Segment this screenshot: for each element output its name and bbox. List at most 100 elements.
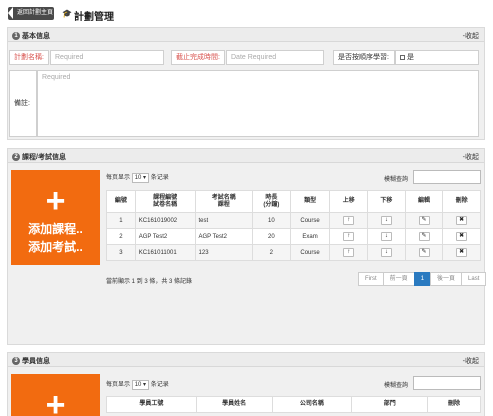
course-table: 編號 課程編號 試卷名稱 考試名稱 課程 時長 (分鐘) 類型 上移 下移 編輯 刪除 1 KC1… <box>106 190 481 261</box>
deadline-input[interactable]: Date Required <box>226 50 324 65</box>
move-down-button[interactable]: ↓ <box>380 248 392 257</box>
move-down-button[interactable]: ↓ <box>380 216 392 225</box>
pager-last[interactable]: Last <box>461 272 487 286</box>
col-type-header[interactable]: 類型 <box>289 190 331 213</box>
move-up-button[interactable]: ↑ <box>343 232 355 241</box>
student-search-input[interactable] <box>413 376 481 390</box>
move-down-button[interactable]: ↓ <box>380 232 392 241</box>
cell-name: test <box>194 212 254 229</box>
sequential-checkbox[interactable] <box>400 54 405 60</box>
search-input[interactable] <box>413 170 481 184</box>
table-summary: 當前顯示 1 到 3 條，共 3 條記錄 <box>106 279 193 285</box>
close-icon: ✖ <box>459 249 465 255</box>
cell-code: KC161019002 <box>134 212 196 229</box>
remark-textarea[interactable]: Required <box>37 70 479 137</box>
collapse-toggle[interactable]: -收起 <box>463 356 479 366</box>
plus-icon: + <box>45 182 66 220</box>
col-emp-name-header[interactable]: 學員姓名 <box>195 396 273 413</box>
cell-type: Course <box>289 244 331 261</box>
delete-button[interactable]: ✖ <box>456 232 468 241</box>
graduation-cap-icon: 🎓 <box>62 9 72 18</box>
add-course-exam-button[interactable]: + 添加課程.. 添加考試.. <box>11 170 100 265</box>
collapse-toggle[interactable]: -收起 <box>463 31 479 41</box>
move-up-button[interactable]: ↑ <box>343 216 355 225</box>
delete-button[interactable]: ✖ <box>456 216 468 225</box>
edit-button[interactable]: ✎ <box>418 232 430 241</box>
section-number-badge: 1 <box>12 32 20 41</box>
section-number-badge: 2 <box>12 153 20 162</box>
collapse-toggle[interactable]: -收起 <box>463 152 479 162</box>
arrow-down-icon: ↓ <box>384 217 388 223</box>
edit-icon: ✎ <box>421 233 427 239</box>
pager-next[interactable]: 後一頁 <box>430 272 463 286</box>
student-table: 學員工號 學員姓名 公司名稱 部門 刪除 <box>106 396 481 413</box>
section-number-badge: 3 <box>12 357 20 366</box>
plan-name-label: 計劃名稱: <box>9 50 49 65</box>
arrow-down-icon: ↓ <box>384 233 388 239</box>
cell-name: 123 <box>194 244 254 261</box>
pager-page-1[interactable]: 1 <box>413 272 432 286</box>
col-delete-header[interactable]: 刪除 <box>427 396 481 413</box>
cell-duration: 2 <box>252 244 291 261</box>
cell-duration: 10 <box>252 212 291 229</box>
remark-label: 備註: <box>9 70 37 137</box>
arrow-up-icon: ↑ <box>347 217 351 223</box>
table-row: 2 AGP Test2 AGP Test2 20 Exam ↑ ↓ ✎ ✖ <box>106 228 481 245</box>
delete-button[interactable]: ✖ <box>456 248 468 257</box>
add-student-button[interactable]: + <box>11 374 100 416</box>
col-company-header[interactable]: 公司名稱 <box>271 396 353 413</box>
col-no-header[interactable]: 編號 <box>106 190 136 213</box>
arrow-down-icon: ↓ <box>384 249 388 255</box>
edit-icon: ✎ <box>421 249 427 255</box>
add-exam-label: 添加考試.. <box>28 240 83 254</box>
col-name-header[interactable]: 考試名稱 課程 <box>194 190 254 213</box>
student-page-size-select[interactable]: 10 ▾ <box>131 380 150 390</box>
pagination: First 前一頁 1 後一頁 Last <box>358 272 487 286</box>
add-course-label: 添加課程.. <box>28 222 83 236</box>
cell-duration: 20 <box>252 228 291 245</box>
sequential-option-label: 是 <box>406 54 414 61</box>
table-row: 1 KC161019002 test 10 Course ↑ ↓ ✎ ✖ <box>106 212 481 229</box>
arrow-up-icon: ↑ <box>347 233 351 239</box>
table-row: 3 KC161011001 123 2 Course ↑ ↓ ✎ ✖ <box>106 244 481 261</box>
section-title: 學員信息 <box>22 358 50 365</box>
section-title: 課程/考試信息 <box>22 154 66 161</box>
student-page-size-control: 每页显示 10 ▾ 条记录 <box>106 380 169 390</box>
sequential-label: 是否按順序學習: <box>333 50 395 65</box>
page-size-select[interactable]: 10 ▾ <box>131 173 150 183</box>
col-code-header[interactable]: 課程編號 試卷名稱 <box>134 190 196 213</box>
plan-name-input[interactable]: Required <box>50 50 164 65</box>
col-delete-header[interactable]: 刪除 <box>442 190 481 213</box>
edit-icon: ✎ <box>421 217 427 223</box>
search-label: 模糊查詢 <box>384 177 409 183</box>
deadline-label: 截止完成時間: <box>171 50 225 65</box>
page-title: 計劃管理 <box>74 12 114 23</box>
page-size-control: 每页显示 10 ▾ 条记录 <box>106 173 169 183</box>
cell-code: AGP Test2 <box>134 228 196 245</box>
col-down-header[interactable]: 下移 <box>367 190 406 213</box>
col-dept-header[interactable]: 部門 <box>351 396 429 413</box>
col-up-header[interactable]: 上移 <box>329 190 369 213</box>
basic-info-header: 1 基本信息 -收起 <box>8 28 484 42</box>
move-up-button[interactable]: ↑ <box>343 248 355 257</box>
course-exam-header: 2 課程/考試信息 -收起 <box>8 149 484 163</box>
edit-button[interactable]: ✎ <box>418 248 430 257</box>
pager-first[interactable]: First <box>358 272 384 286</box>
col-duration-header[interactable]: 時長 (分鐘) <box>252 190 291 213</box>
plus-icon: + <box>45 386 66 416</box>
section-title: 基本信息 <box>22 33 50 40</box>
pager-prev[interactable]: 前一頁 <box>382 272 415 286</box>
back-to-plan-home-button[interactable]: 返回計劃主頁 <box>8 7 54 20</box>
cell-type: Course <box>289 212 331 229</box>
student-search-label: 模糊查詢 <box>384 383 409 389</box>
cell-no: 1 <box>106 212 136 229</box>
cell-type: Exam <box>289 228 331 245</box>
student-info-header: 3 學員信息 -收起 <box>8 353 484 367</box>
edit-button[interactable]: ✎ <box>418 216 430 225</box>
col-edit-header[interactable]: 編輯 <box>404 190 444 213</box>
close-icon: ✖ <box>459 233 465 239</box>
cell-no: 3 <box>106 244 136 261</box>
arrow-up-icon: ↑ <box>347 249 351 255</box>
col-emp-no-header[interactable]: 學員工號 <box>106 396 197 413</box>
sequential-option[interactable]: 是 <box>395 50 479 65</box>
